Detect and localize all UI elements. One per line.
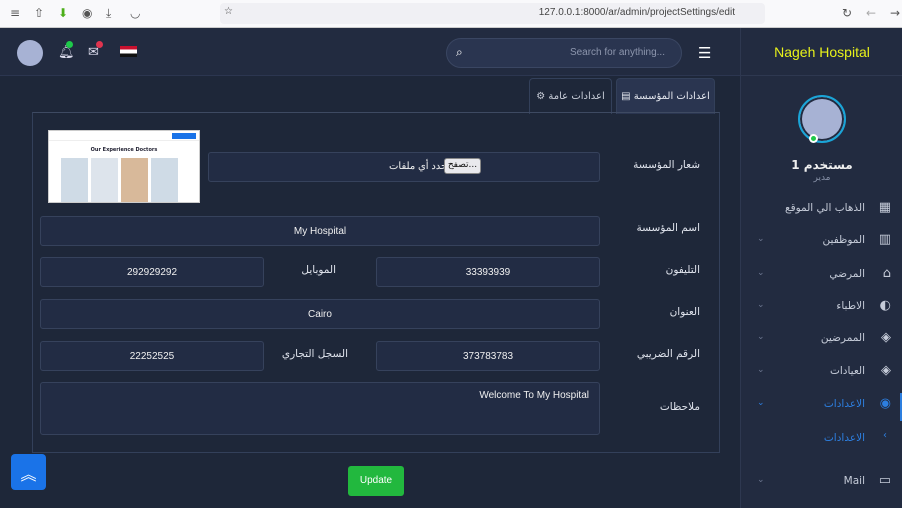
back-icon[interactable]: ← xyxy=(866,6,876,20)
double-chevron-up-icon: ︽ xyxy=(20,465,37,484)
forward-icon[interactable]: → xyxy=(890,6,900,20)
online-status-icon xyxy=(809,134,818,143)
chevron-left-icon: ‹ xyxy=(883,430,887,441)
browse-button[interactable]: تصفح... xyxy=(444,158,481,174)
notes-textarea[interactable]: Welcome To My Hospital xyxy=(40,382,600,435)
chat-icon: ▭ xyxy=(878,473,891,488)
profile-avatar xyxy=(798,95,846,143)
mobile-input[interactable]: 292929292 xyxy=(40,257,264,287)
tab-institution-settings[interactable]: ▤ اعدادات المؤسسة xyxy=(616,78,715,114)
scroll-to-top-button[interactable]: ︽ xyxy=(11,454,46,490)
sidebar-item[interactable]: ◈ العيادات ⌄ xyxy=(741,361,902,385)
chart-icon: ▥ xyxy=(878,232,891,247)
chevron-down-icon: ⌄ xyxy=(757,332,765,342)
mail-badge xyxy=(96,41,103,48)
address-input[interactable]: Cairo xyxy=(40,299,600,329)
search-icon: ⌕ xyxy=(456,45,463,59)
sidebar-item[interactable]: ⌂ المرضي ⌄ xyxy=(741,264,902,288)
hamburger-menu-icon[interactable]: ☰ xyxy=(698,44,711,62)
commercial-register-input[interactable]: 22252525 xyxy=(40,341,264,371)
sidebar-item[interactable]: ◉ الاعدادات ⌄ xyxy=(741,394,902,418)
chevron-down-icon: ⌄ xyxy=(757,475,765,485)
download-extension-icon[interactable]: ⬇ xyxy=(58,6,68,20)
sidebar-item-label: الممرضين xyxy=(820,332,865,344)
menu-icon[interactable]: ≡ xyxy=(10,6,20,20)
sidebar-item-label: الاعدادات xyxy=(823,398,865,410)
sidebar-item-label: العيادات xyxy=(829,365,865,377)
avatar[interactable] xyxy=(17,40,43,66)
layers-icon: ◈ xyxy=(881,363,891,378)
downloads-icon[interactable]: ⤓ xyxy=(106,6,111,21)
sidebar-item[interactable]: ▦ الذهاب الي الموقع xyxy=(741,198,902,222)
grid-icon: ▦ xyxy=(878,200,891,215)
chevron-down-icon: ⌄ xyxy=(757,365,765,375)
layers-icon: ◈ xyxy=(881,330,891,345)
logo-preview: Our Experience Doctors xyxy=(48,130,200,203)
sidebar-item-label: Mail xyxy=(843,475,865,487)
sidebar-item[interactable]: ▭ Mail ⌄ xyxy=(741,471,902,495)
contrast-icon: ◐ xyxy=(879,298,891,313)
chevron-down-icon: ⌄ xyxy=(757,300,765,310)
browser-toolbar: ≡ ⇧ ⬇ ◉ ⤓ ◡ ☆ 127.0.0.1:8000/ar/admin/pr… xyxy=(0,0,902,28)
sidebar-item-label: الذهاب الي الموقع xyxy=(784,202,865,214)
phone-label: التليفون xyxy=(665,264,700,276)
chevron-down-icon: ⌄ xyxy=(757,398,765,408)
phone-input[interactable]: 33393939 xyxy=(376,257,600,287)
user-role: مدير xyxy=(813,173,831,183)
search-input[interactable]: ⌕ Search for anything... xyxy=(446,38,682,68)
tax-number-input[interactable]: 373783783 xyxy=(376,341,600,371)
commercial-register-label: السجل التجاري xyxy=(281,348,348,360)
sidebar-item[interactable]: ▥ الموظفين ⌄ xyxy=(741,230,902,254)
divider xyxy=(741,75,902,76)
sidebar: Nageh Hospital مستخدم 1 مدير ▦ الذهاب الي… xyxy=(740,28,902,508)
mobile-label: الموبايل xyxy=(301,264,336,276)
logo-label: شعار المؤسسة xyxy=(633,159,700,171)
update-button[interactable]: Update xyxy=(348,466,404,496)
sidebar-item-label: الموظفين xyxy=(822,234,865,246)
brand-title[interactable]: Nageh Hospital xyxy=(741,44,902,60)
pocket-icon[interactable]: ◡ xyxy=(130,6,140,20)
tax-number-label: الرقم الضريبي xyxy=(636,348,700,360)
address-bar[interactable]: ☆ 127.0.0.1:8000/ar/admin/projectSetting… xyxy=(220,3,765,24)
name-label: اسم المؤسسة xyxy=(636,222,700,234)
logo-preview-text: Our Experience Doctors xyxy=(90,147,158,153)
document-icon: ▤ xyxy=(621,91,634,102)
sidebar-item-label: الاطباء xyxy=(836,300,865,312)
notification-badge xyxy=(66,41,73,48)
tab-general-settings[interactable]: ⚙ اعدادات عامة xyxy=(529,78,612,114)
top-header: 🔔︎ ✉ ⌕ Search for anything... ☰ xyxy=(0,28,740,76)
sidebar-item[interactable]: ‹ الاعدادات xyxy=(741,428,902,452)
sidebar-subitem-label: الاعدادات xyxy=(823,432,865,444)
bell-icon[interactable]: 🔔︎ xyxy=(58,45,75,60)
sidebar-item[interactable]: ◈ الممرضين ⌄ xyxy=(741,328,902,352)
url-text: 127.0.0.1:8000/ar/admin/projectSettings/… xyxy=(538,7,735,18)
chevron-down-icon: ⌄ xyxy=(757,234,765,244)
sidebar-item[interactable]: ◐ الاطباء ⌄ xyxy=(741,296,902,320)
gear-icon: ⚙ xyxy=(536,91,549,102)
sidebar-item-label: المرضي xyxy=(829,268,865,280)
palette-icon: ◉ xyxy=(879,396,891,411)
address-label: العنوان xyxy=(669,306,700,318)
chevron-down-icon: ⌄ xyxy=(757,268,765,278)
egypt-flag-icon[interactable] xyxy=(120,46,137,57)
reload-icon[interactable]: ↻ xyxy=(842,6,852,20)
name-input[interactable]: My Hospital xyxy=(40,216,600,246)
user-name: مستخدم 1 xyxy=(791,158,853,172)
logo-file-input[interactable]: لم تحدد أي ملفات. xyxy=(208,152,600,182)
account-icon[interactable]: ◉ xyxy=(82,6,92,20)
share-icon[interactable]: ⇧ xyxy=(34,6,44,20)
notes-label: ملاحظات xyxy=(659,401,700,413)
basket-icon: ⌂ xyxy=(882,266,891,281)
